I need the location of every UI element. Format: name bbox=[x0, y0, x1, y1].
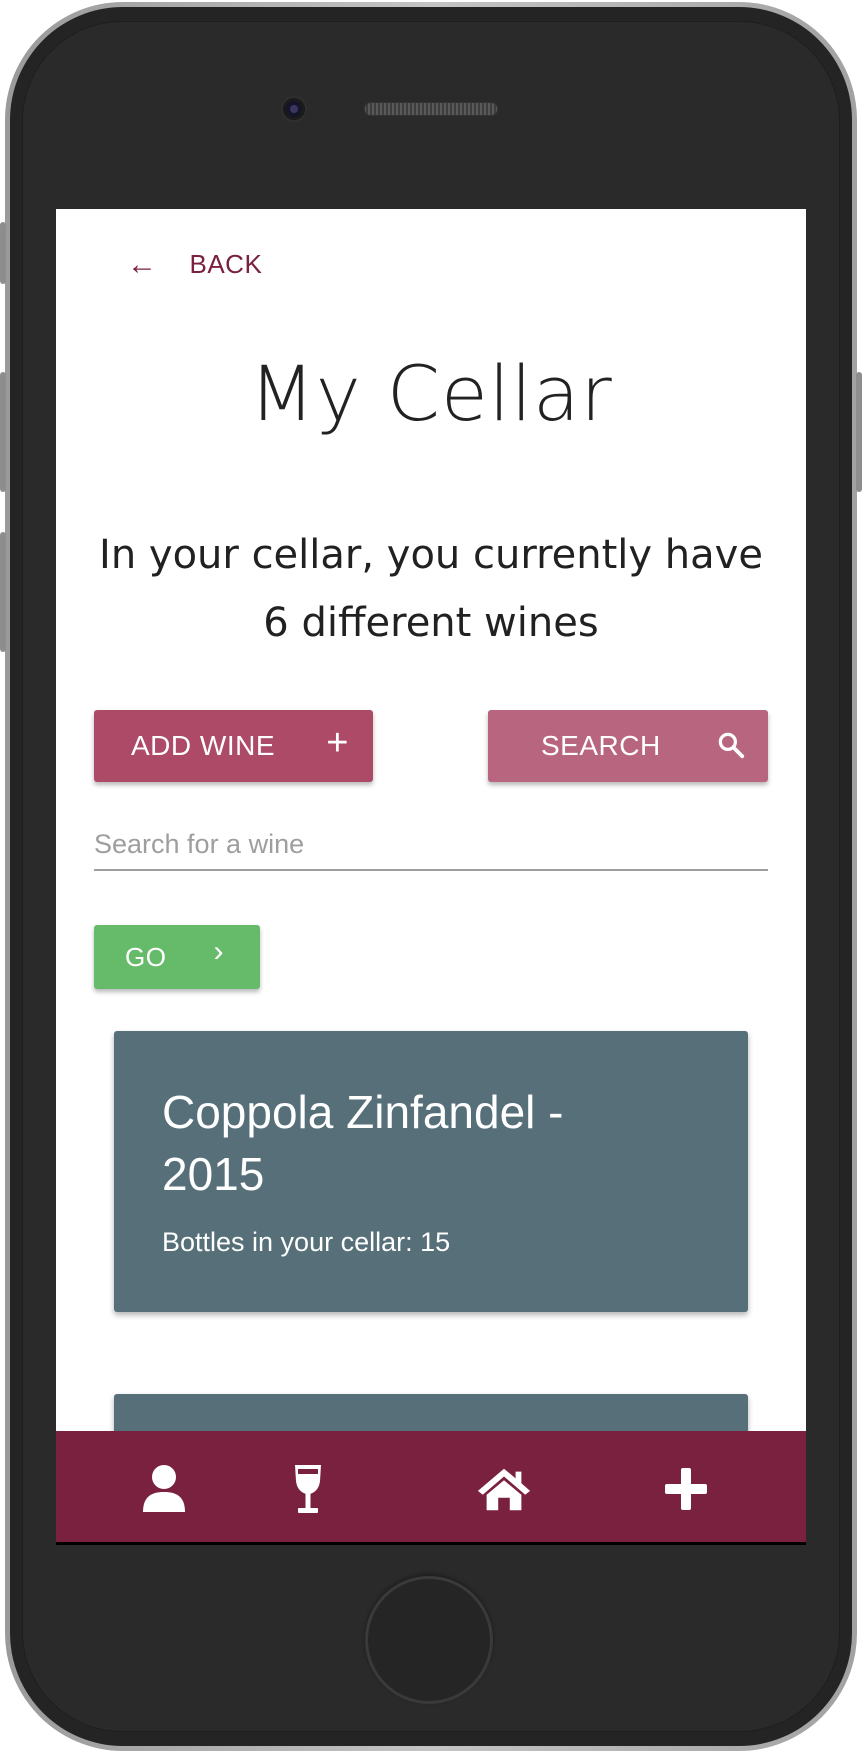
home-icon bbox=[477, 1468, 531, 1511]
wine-name: Coppola Zinfandel - 2015 bbox=[162, 1086, 564, 1200]
wine-glass-icon bbox=[295, 1465, 321, 1513]
nav-profile[interactable] bbox=[136, 1461, 192, 1517]
add-wine-button[interactable]: ADD WINE + bbox=[94, 710, 373, 782]
plus-icon: + bbox=[326, 722, 349, 764]
wine-bottle-count: Bottles in your cellar: 15 bbox=[162, 1227, 451, 1257]
search-icon bbox=[716, 730, 746, 767]
cellar-summary: In your cellar, you currently have 6 dif… bbox=[99, 532, 763, 646]
mute-switch bbox=[0, 222, 6, 284]
search-button[interactable]: SEARCH bbox=[488, 710, 768, 782]
nav-cellar[interactable] bbox=[280, 1461, 336, 1517]
chevron-right-icon: › bbox=[213, 935, 224, 968]
plus-icon bbox=[665, 1468, 707, 1510]
app-screen: ← BACK My Cellar In your cellar, you cur… bbox=[56, 209, 806, 1543]
nav-add[interactable] bbox=[658, 1461, 714, 1517]
volume-down-button bbox=[0, 532, 6, 652]
power-button bbox=[856, 372, 862, 492]
arrow-left-icon: ← bbox=[127, 247, 158, 281]
volume-up-button bbox=[0, 372, 6, 492]
search-label: SEARCH bbox=[541, 730, 661, 761]
back-button[interactable]: ← BACK bbox=[127, 249, 262, 280]
profile-icon bbox=[143, 1465, 185, 1512]
go-label: GO bbox=[125, 941, 167, 972]
home-button[interactable] bbox=[365, 1576, 493, 1704]
page-title: My Cellar bbox=[249, 349, 613, 438]
front-camera bbox=[283, 98, 305, 120]
add-wine-label: ADD WINE bbox=[131, 730, 275, 761]
back-label: BACK bbox=[189, 249, 263, 279]
bottom-nav bbox=[56, 1431, 806, 1543]
nav-home[interactable] bbox=[476, 1461, 532, 1517]
screen-edge bbox=[56, 1542, 806, 1545]
wine-card[interactable]: Coppola Zinfandel - 2015 Bottles in your… bbox=[114, 1031, 748, 1312]
earpiece-speaker bbox=[364, 102, 498, 116]
search-input[interactable] bbox=[94, 819, 768, 871]
go-button[interactable]: GO › bbox=[94, 925, 260, 989]
